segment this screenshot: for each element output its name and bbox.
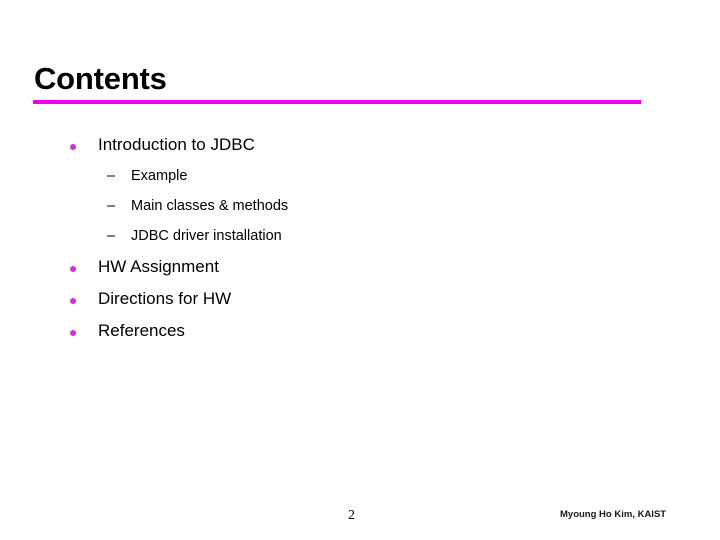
bullet-dash-icon: – (107, 198, 116, 214)
list-item: – Example (60, 164, 660, 194)
bullet-dash-icon: – (107, 228, 116, 244)
list-item-label: JDBC driver installation (131, 228, 282, 244)
bullet-dot-icon (70, 330, 76, 336)
list-item: Introduction to JDBC (60, 132, 660, 164)
list-item: References (60, 318, 660, 350)
page-title: Contents (34, 61, 167, 96)
title-underline-rule (33, 100, 641, 104)
list-item: – Main classes & methods (60, 194, 660, 224)
list-item-label: Directions for HW (98, 289, 232, 308)
slide-canvas: Contents Introduction to JDBC – Example … (0, 0, 720, 540)
bullet-dot-icon (70, 144, 76, 150)
list-item: – JDBC driver installation (60, 224, 660, 254)
list-item-label: Introduction to JDBC (98, 135, 255, 154)
footer-credit: Myoung Ho Kim, KAIST (560, 509, 667, 520)
bullet-dot-icon (70, 266, 76, 272)
list-item-label: Example (131, 168, 188, 184)
contents-list: Introduction to JDBC – Example – Main cl… (60, 132, 660, 350)
list-item-label: HW Assignment (98, 257, 219, 276)
bullet-dot-icon (70, 298, 76, 304)
list-item-label: References (98, 321, 185, 340)
list-item-label: Main classes & methods (131, 198, 289, 214)
page-number: 2 (348, 508, 355, 523)
bullet-dash-icon: – (107, 168, 116, 184)
list-item: Directions for HW (60, 286, 660, 318)
list-item: HW Assignment (60, 254, 660, 286)
